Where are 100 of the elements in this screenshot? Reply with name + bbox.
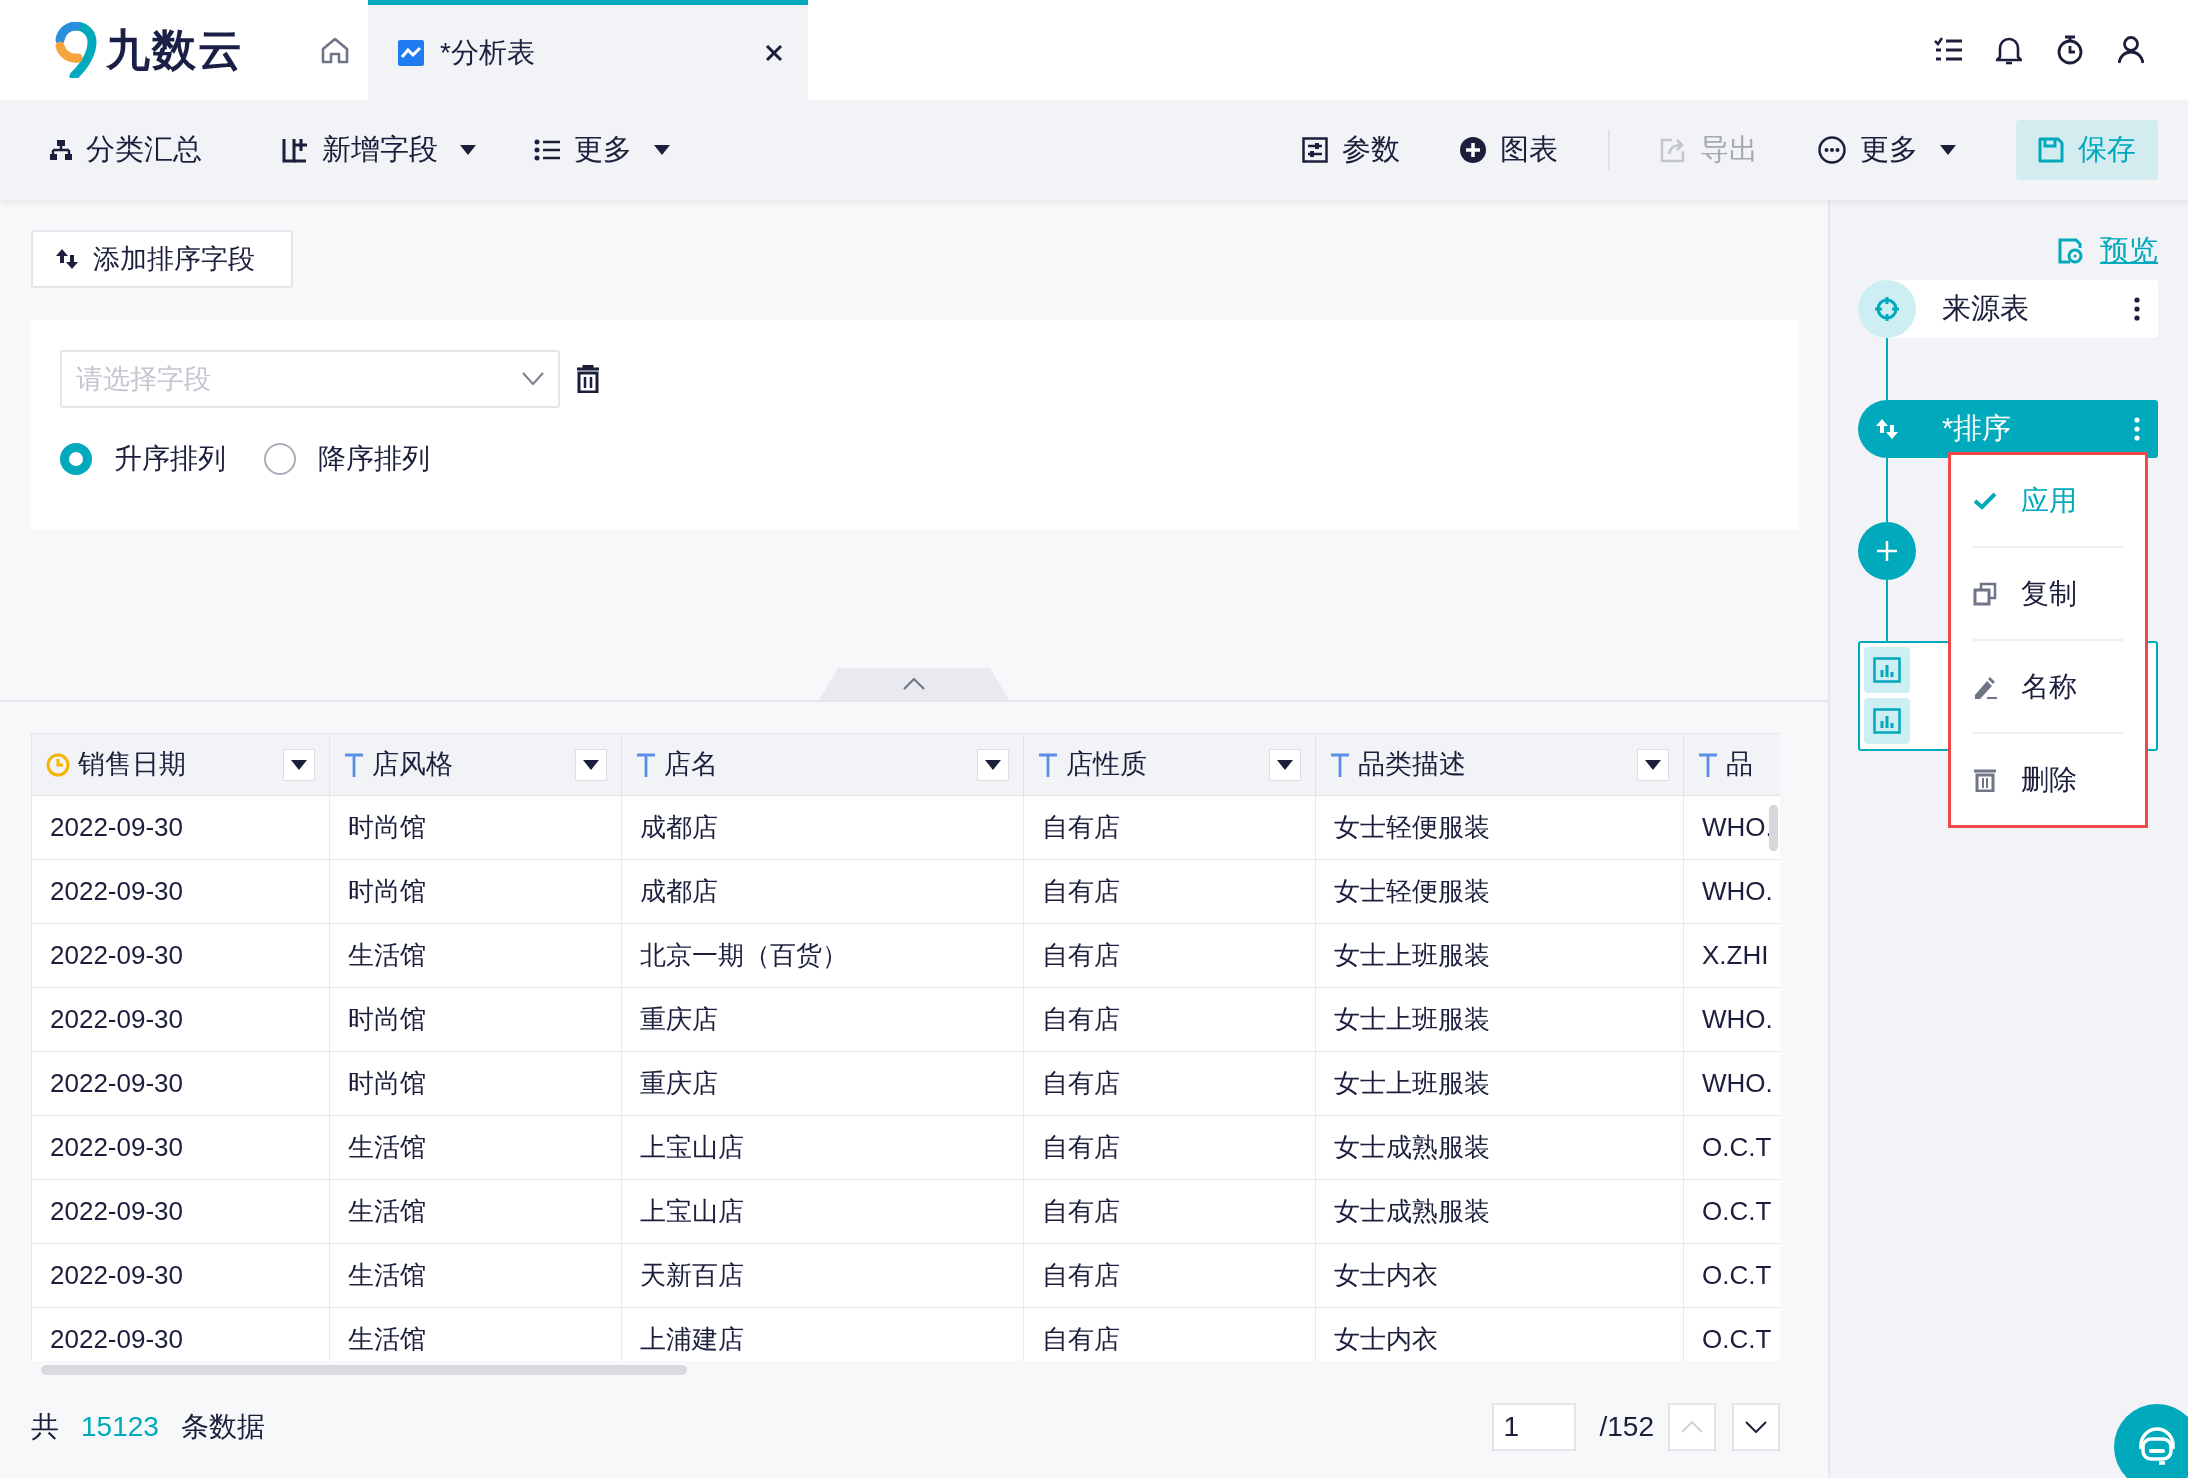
close-icon[interactable]: [764, 42, 784, 63]
table-cell: 重庆店: [640, 1004, 718, 1034]
table-cell: 女士轻便服装: [1334, 812, 1490, 842]
filter-dropdown[interactable]: [575, 748, 607, 781]
horizontal-scrollbar[interactable]: [41, 1365, 687, 1375]
total-prefix: 共: [31, 1410, 59, 1444]
table-cell: O.C.T: [1702, 1132, 1772, 1162]
table-cell: 上宝山店: [640, 1196, 744, 1226]
page-input[interactable]: 1: [1491, 1403, 1576, 1451]
stopwatch-icon: [2056, 35, 2084, 65]
toolbar-button[interactable]: 新增字段: [282, 128, 476, 172]
list-icon: [534, 139, 560, 161]
column-header: 店风格: [372, 748, 454, 782]
next-page-button[interactable]: [1732, 1403, 1780, 1451]
table-cell: 自有店: [1042, 1004, 1120, 1034]
table-cell: 自有店: [1042, 940, 1120, 970]
filter-dropdown[interactable]: [1637, 748, 1669, 781]
chevron-up-icon: [903, 678, 925, 690]
toolbar-button[interactable]: 更多: [1818, 128, 1956, 172]
trash-icon: [1973, 767, 1997, 792]
table-cell: 时尚馆: [348, 1068, 426, 1098]
table-cell: 2022-09-30: [50, 1324, 183, 1354]
menu-item[interactable]: 名称: [1973, 641, 2123, 732]
logo-text: 九数云: [106, 24, 244, 76]
table-cell: 北京一期（百货）: [640, 940, 848, 970]
table-cell: 生活馆: [348, 940, 426, 970]
check-icon: [1973, 491, 1997, 510]
table-cell: 女士轻便服装: [1334, 876, 1490, 906]
table-cell: X.ZHI: [1702, 940, 1769, 970]
more-vertical-icon[interactable]: [2134, 297, 2140, 321]
table-cell: 自有店: [1042, 876, 1120, 906]
table-cell: 生活馆: [348, 1132, 426, 1162]
menu-item[interactable]: 删除: [1973, 734, 2123, 825]
text-type-icon: [636, 752, 656, 777]
caret-icon: [291, 759, 307, 770]
text-type-icon: [344, 752, 364, 777]
table-cell: 生活馆: [348, 1196, 426, 1226]
save-icon: [2038, 137, 2064, 163]
radio-label: 降序排列: [318, 442, 430, 476]
table-cell: 天新百店: [640, 1260, 744, 1290]
table-cell: 2022-09-30: [50, 1132, 183, 1162]
bell-icon: [1996, 35, 2022, 65]
sliders-icon: [1302, 137, 1328, 163]
radio-button[interactable]: [60, 443, 92, 475]
flow-node[interactable]: 来源表: [1858, 280, 2158, 338]
table-cell: 2022-09-30: [50, 812, 183, 842]
table-cell: O.C.T: [1702, 1196, 1772, 1226]
table-cell: 2022-09-30: [50, 1068, 183, 1098]
export-icon: [1660, 137, 1686, 163]
vertical-scrollbar[interactable]: [1769, 805, 1778, 851]
document-tab[interactable]: *分析表: [368, 0, 808, 100]
sort-arrows-icon: [55, 247, 79, 271]
user-icon: [2118, 36, 2144, 64]
chevron-down-icon: [522, 372, 544, 386]
menu-item[interactable]: 复制: [1973, 548, 2123, 639]
text-type-icon: [1698, 752, 1718, 777]
bar-chart-icon: [1873, 657, 1901, 683]
plus-circle-icon: [1460, 137, 1486, 163]
toolbar-button[interactable]: 参数: [1302, 128, 1400, 172]
add-sort-field-button[interactable]: 添加排序字段: [31, 230, 293, 288]
caret-icon: [1277, 759, 1293, 770]
filter-dropdown[interactable]: [1269, 748, 1301, 781]
table-cell: 成都店: [640, 812, 718, 842]
column-header: 店性质: [1066, 748, 1148, 782]
table-cell: 时尚馆: [348, 876, 426, 906]
page-count: /152: [1599, 1410, 1654, 1444]
table-cell: 生活馆: [348, 1324, 426, 1354]
radio-button[interactable]: [264, 443, 296, 475]
trash-icon[interactable]: [576, 365, 600, 393]
add-column-icon: [282, 137, 308, 163]
chevron-up-icon: [1681, 1421, 1703, 1433]
chevron-down-icon: [1745, 1421, 1767, 1433]
filter-dropdown[interactable]: [283, 748, 315, 781]
add-step-button[interactable]: [1858, 522, 1916, 580]
table-cell: 女士内衣: [1334, 1260, 1438, 1290]
column-header: 品: [1726, 748, 1754, 782]
table-cell: 自有店: [1042, 1196, 1120, 1226]
caret-icon: [654, 145, 670, 155]
crosshair-icon: [1874, 296, 1900, 322]
table-cell: 2022-09-30: [50, 940, 183, 970]
toolbar-button[interactable]: 分类汇总: [50, 128, 202, 172]
table-cell: 女士上班服装: [1334, 1068, 1490, 1098]
toolbar-button[interactable]: 图表: [1460, 128, 1558, 172]
table-cell: 时尚馆: [348, 812, 426, 842]
pencil-icon: [1973, 674, 1997, 699]
line-chart-icon: [398, 39, 424, 66]
copy-icon: [1973, 581, 1997, 606]
bar-chart-icon: [1873, 708, 1901, 734]
toolbar-button[interactable]: 更多: [534, 128, 670, 172]
hierarchy-icon: [50, 140, 72, 160]
home-icon[interactable]: [320, 36, 350, 64]
column-header: 品类描述: [1358, 748, 1467, 782]
table-cell: 上浦建店: [640, 1324, 744, 1354]
caret-icon: [985, 759, 1001, 770]
table-cell: 2022-09-30: [50, 876, 183, 906]
table-cell: 生活馆: [348, 1260, 426, 1290]
filter-dropdown[interactable]: [977, 748, 1009, 781]
table-cell: 时尚馆: [348, 1004, 426, 1034]
table-cell: 上宝山店: [640, 1132, 744, 1162]
column-header: 店名: [664, 748, 719, 782]
